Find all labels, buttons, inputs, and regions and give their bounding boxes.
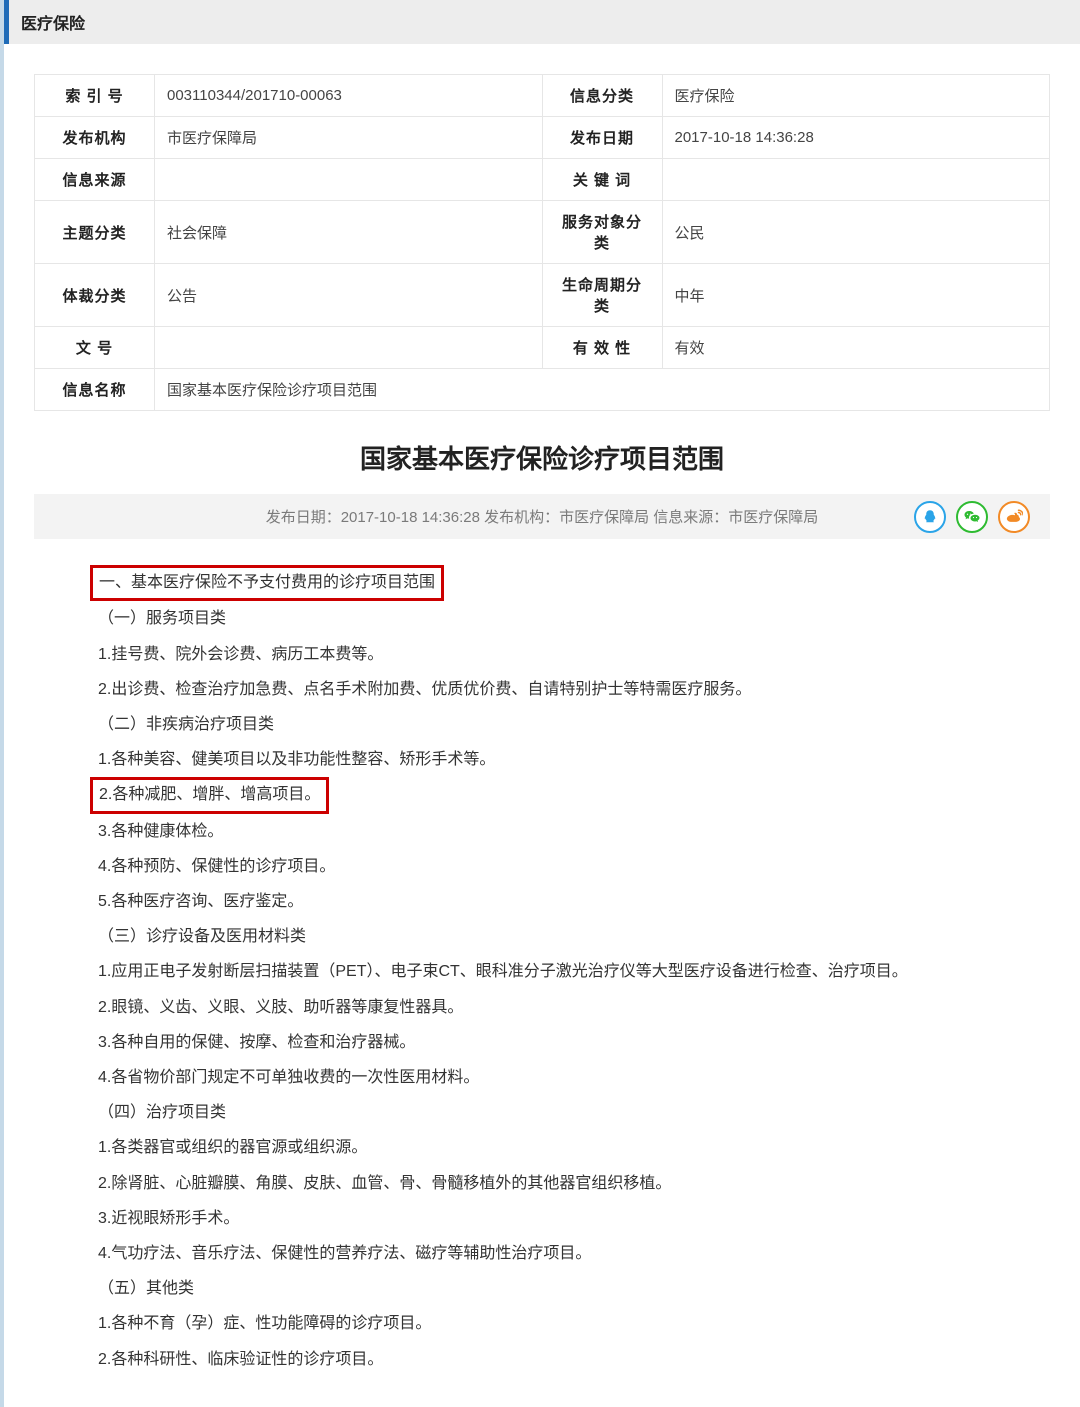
meta-value: 国家基本医疗保险诊疗项目范围: [155, 369, 1050, 411]
meta-label: 文 号: [35, 327, 155, 369]
meta-value: 社会保障: [155, 201, 543, 264]
content: 索 引 号003110344/201710-00063信息分类医疗保险发布机构市…: [4, 44, 1080, 1407]
para: 2.除肾脏、心脏瓣膜、角膜、皮肤、血管、骨、骨髓移植外的其他器官组织移植。: [98, 1166, 1000, 1201]
meta-row: 文 号 有 效 性有效: [35, 327, 1050, 369]
meta-value: [155, 327, 543, 369]
meta-label: 信息名称: [35, 369, 155, 411]
meta-value: 有效: [662, 327, 1050, 369]
category-title: 医疗保险: [21, 16, 85, 33]
para: 4.各省物价部门规定不可单独收费的一次性医用材料。: [98, 1060, 1000, 1095]
meta-label: 有 效 性: [542, 327, 662, 369]
share-icons: [914, 501, 1030, 533]
para: 1.应用正电子发射断层扫描装置（PET）、电子束CT、眼科准分子激光治疗仪等大型…: [98, 954, 1000, 989]
meta-value: 2017-10-18 14:36:28: [662, 117, 1050, 159]
meta-row: 索 引 号003110344/201710-00063信息分类医疗保险: [35, 75, 1050, 117]
meta-label: 体裁分类: [35, 264, 155, 327]
meta-row: 信息来源 关 键 词: [35, 159, 1050, 201]
meta-row: 信息名称国家基本医疗保险诊疗项目范围: [35, 369, 1050, 411]
para: （五）其他类: [98, 1271, 1000, 1306]
qq-icon[interactable]: [914, 501, 946, 533]
para: 5.各种医疗咨询、医疗鉴定。: [98, 884, 1000, 919]
meta-label: 信息来源: [35, 159, 155, 201]
category-header: 医疗保险: [4, 0, 1080, 44]
para: 3.近视眼矫形手术。: [98, 1201, 1000, 1236]
highlight-section-1: 一、基本医疗保险不予支付费用的诊疗项目范围: [90, 565, 444, 601]
meta-label: 发布机构: [35, 117, 155, 159]
meta-label: 服务对象分类: [542, 201, 662, 264]
para: 2.眼镜、义齿、义眼、义肢、助听器等康复性器具。: [98, 990, 1000, 1025]
para: （二）非疾病治疗项目类: [98, 707, 1000, 742]
para: 1.各种不育（孕）症、性功能障碍的诊疗项目。: [98, 1306, 1000, 1341]
sub-meta-bar: 发布日期：2017-10-18 14:36:28 发布机构：市医疗保障局 信息来…: [34, 494, 1050, 539]
meta-value: [662, 159, 1050, 201]
wechat-icon[interactable]: [956, 501, 988, 533]
meta-value: [155, 159, 543, 201]
weibo-icon[interactable]: [998, 501, 1030, 533]
meta-value: 市医疗保障局: [155, 117, 543, 159]
meta-value: 公告: [155, 264, 543, 327]
meta-row: 发布机构市医疗保障局发布日期2017-10-18 14:36:28: [35, 117, 1050, 159]
para: 1.各类器官或组织的器官源或组织源。: [98, 1130, 1000, 1165]
meta-row: 主题分类社会保障服务对象分类公民: [35, 201, 1050, 264]
para: 1.挂号费、院外会诊费、病历工本费等。: [98, 637, 1000, 672]
para: 4.各种预防、保健性的诊疗项目。: [98, 849, 1000, 884]
para: 2.各种科研性、临床验证性的诊疗项目。: [98, 1342, 1000, 1377]
para: （三）诊疗设备及医用材料类: [98, 919, 1000, 954]
meta-label: 发布日期: [542, 117, 662, 159]
meta-row: 体裁分类公告生命周期分类中年: [35, 264, 1050, 327]
para: 3.各种健康体检。: [98, 814, 1000, 849]
highlight-item-2-2: 2.各种减肥、增胖、增高项目。: [90, 777, 329, 813]
para: （四）治疗项目类: [98, 1095, 1000, 1130]
meta-value: 医疗保险: [662, 75, 1050, 117]
meta-label: 主题分类: [35, 201, 155, 264]
metadata-table: 索 引 号003110344/201710-00063信息分类医疗保险发布机构市…: [34, 74, 1050, 411]
meta-label: 索 引 号: [35, 75, 155, 117]
page: 医疗保险 索 引 号003110344/201710-00063信息分类医疗保险…: [0, 0, 1080, 1407]
meta-value: 公民: [662, 201, 1050, 264]
meta-label: 生命周期分类: [542, 264, 662, 327]
para: 3.各种自用的保健、按摩、检查和治疗器械。: [98, 1025, 1000, 1060]
meta-value: 003110344/201710-00063: [155, 75, 543, 117]
para: （一）服务项目类: [98, 601, 1000, 636]
article-title: 国家基本医疗保险诊疗项目范围: [34, 439, 1050, 476]
para: 2.出诊费、检查治疗加急费、点名手术附加费、优质优价费、自请特别护士等特需医疗服…: [98, 672, 1000, 707]
meta-value: 中年: [662, 264, 1050, 327]
para: 1.各种美容、健美项目以及非功能性整容、矫形手术等。: [98, 742, 1000, 777]
article-body: 一、基本医疗保险不予支付费用的诊疗项目范围 （一）服务项目类 1.挂号费、院外会…: [34, 539, 1050, 1387]
sub-meta-text: 发布日期：2017-10-18 14:36:28 发布机构：市医疗保障局 信息来…: [54, 506, 1030, 527]
para: 4.气功疗法、音乐疗法、保健性的营养疗法、磁疗等辅助性治疗项目。: [98, 1236, 1000, 1271]
meta-label: 关 键 词: [542, 159, 662, 201]
meta-label: 信息分类: [542, 75, 662, 117]
